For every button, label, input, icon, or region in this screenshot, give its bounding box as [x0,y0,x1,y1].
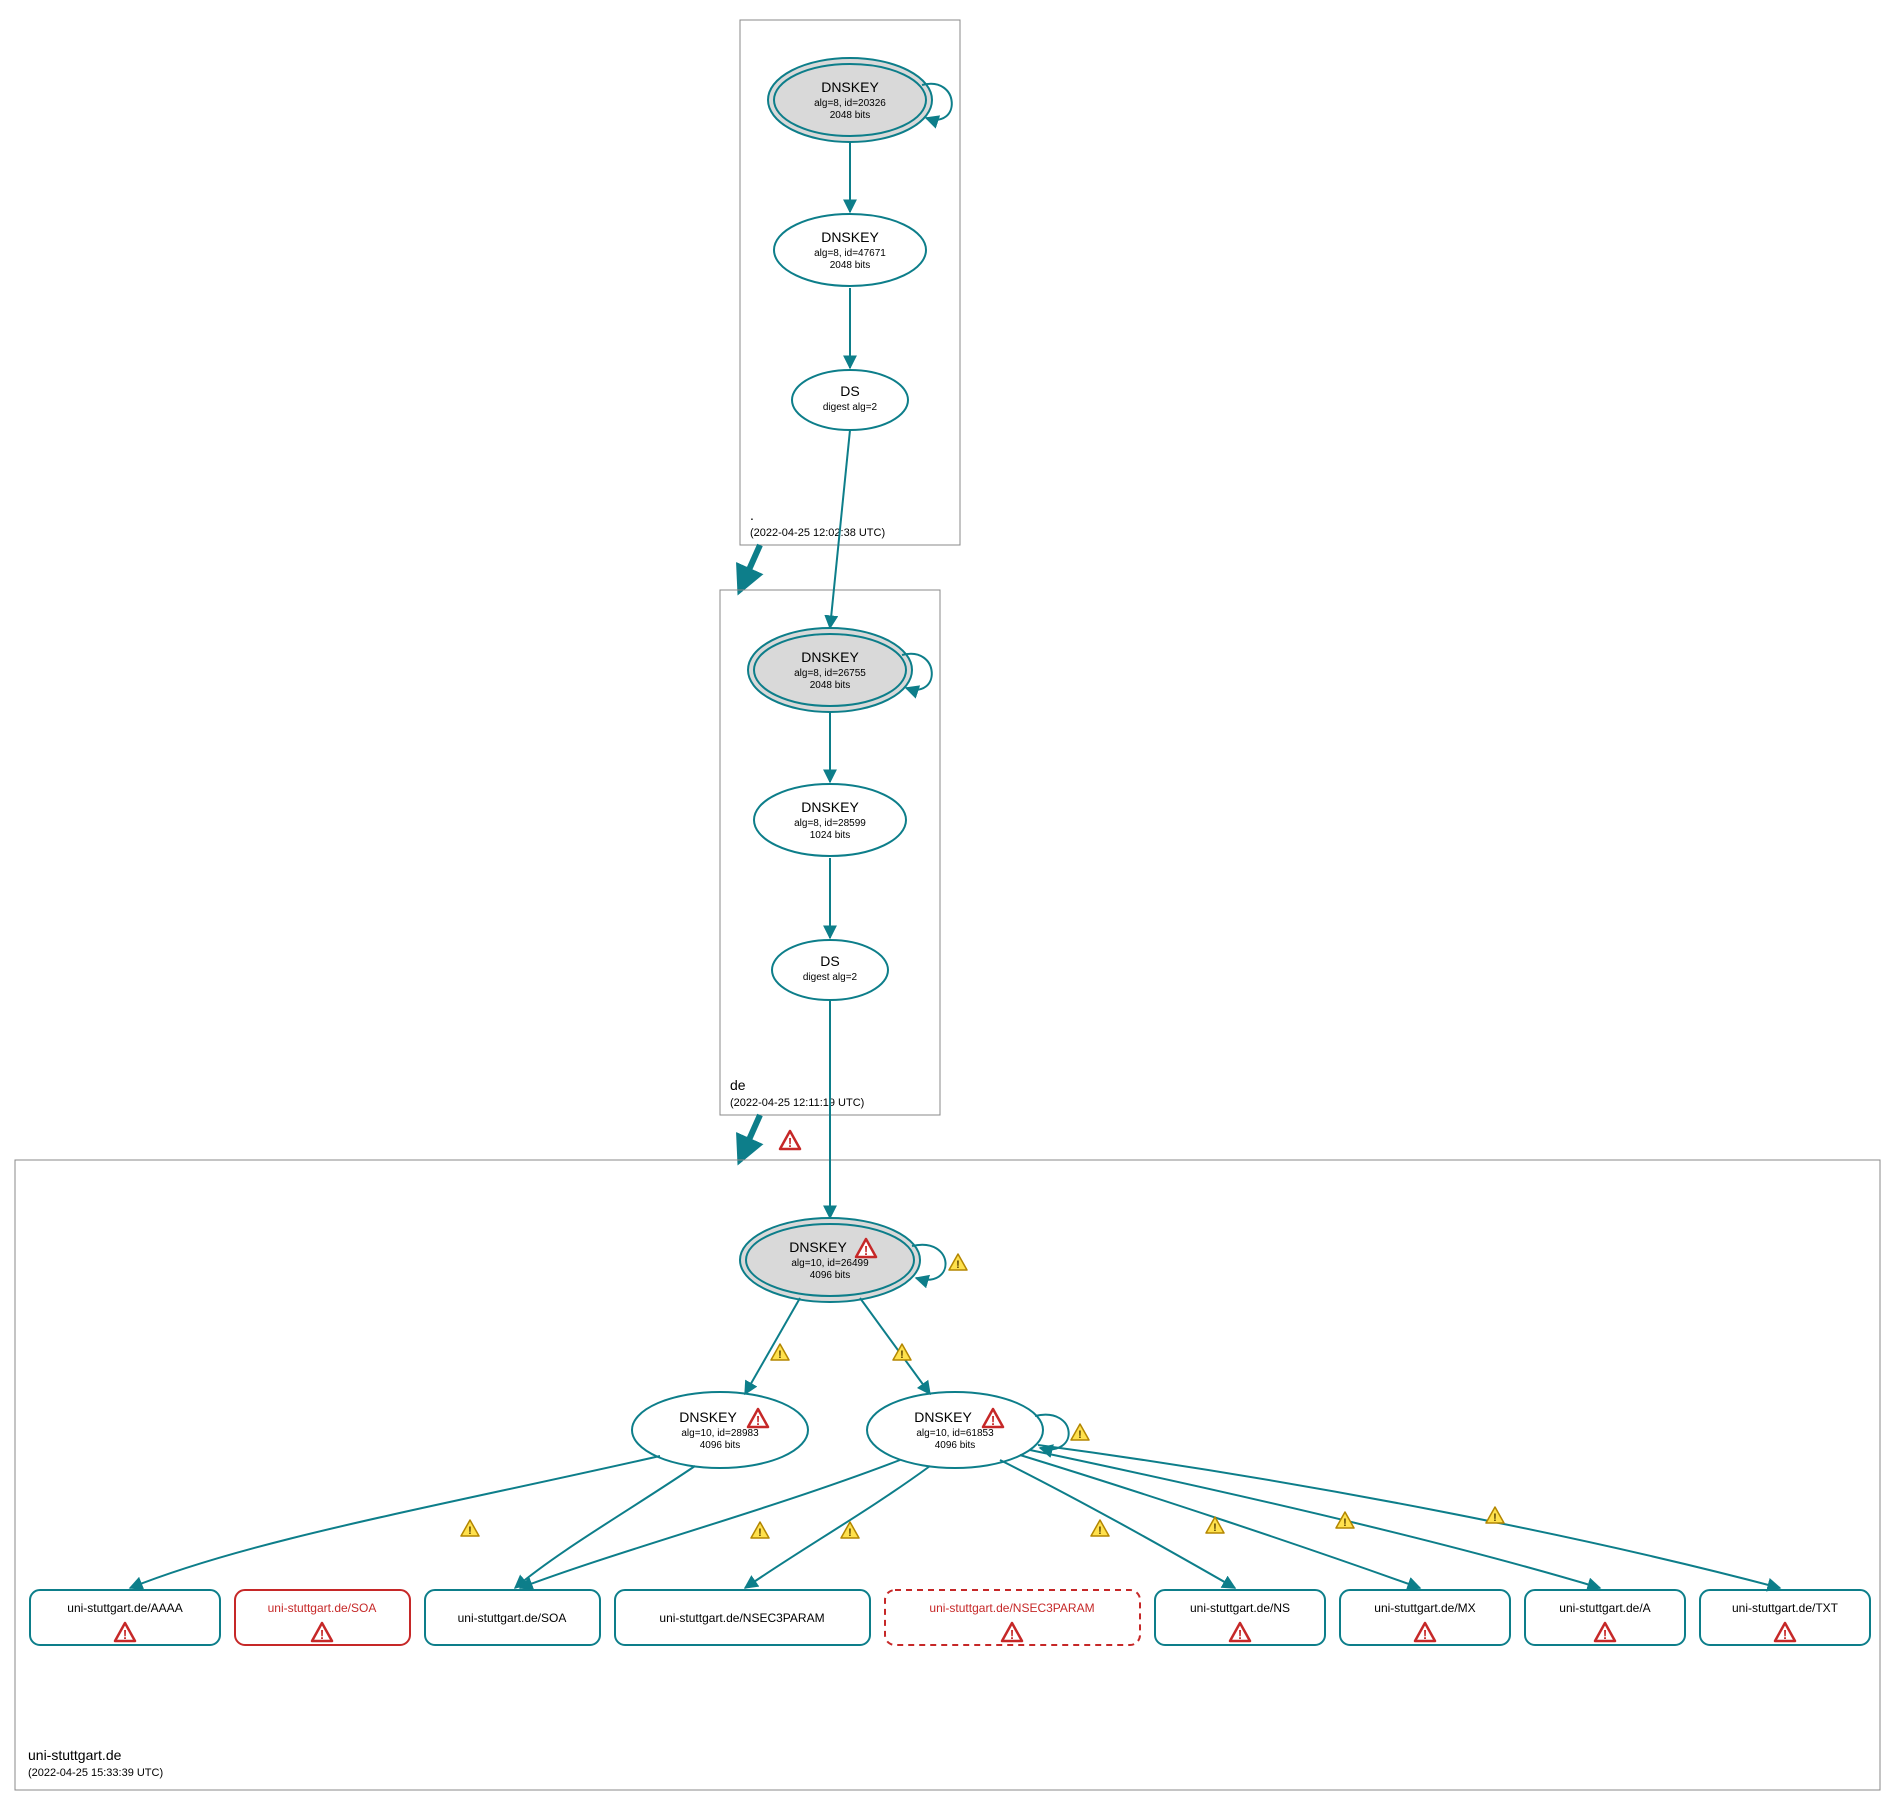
svg-text:alg=8, id=28599: alg=8, id=28599 [794,818,866,829]
rrset-nsec3param-dashed: uni-stuttgart.de/NSEC3PARAM [885,1590,1140,1645]
node-de-zsk: DNSKEY alg=8, id=28599 1024 bits [754,784,906,856]
error-icon [780,1131,800,1150]
rrset-a: uni-stuttgart.de/A [1525,1590,1685,1645]
node-de-ksk: DNSKEY alg=8, id=26755 2048 bits [748,628,912,712]
svg-text:DNSKEY: DNSKEY [789,1239,847,1255]
edge-zsk2-a [1030,1450,1600,1588]
svg-text:DNSKEY: DNSKEY [914,1409,972,1425]
edge-zsk2-txt [1038,1445,1780,1588]
edge-leaf-ksk-zsk1 [745,1298,800,1394]
svg-text:DNSKEY: DNSKEY [679,1409,737,1425]
zone-de-ts: (2022-04-25 12:11:19 UTC) [730,1097,864,1109]
warning-icon [1486,1507,1504,1524]
warning-icon [751,1522,769,1539]
zone-leaf-ts: (2022-04-25 15:33:39 UTC) [28,1767,163,1779]
node-root-ds: DS digest alg=2 [792,370,908,430]
node-root-ksk: DNSKEY alg=8, id=20326 2048 bits [768,58,932,142]
edge-zsk2-ns [1000,1460,1235,1588]
zone-leaf-box [15,1160,1880,1790]
svg-text:uni-stuttgart.de/NS: uni-stuttgart.de/NS [1190,1601,1290,1615]
warning-icon [1071,1424,1089,1441]
edge-zsk1-soa [515,1466,695,1588]
edge-zsk1-aaaa [130,1456,660,1588]
rrset-mx: uni-stuttgart.de/MX [1340,1590,1510,1645]
svg-text:1024 bits: 1024 bits [810,830,851,841]
svg-text:alg=8, id=47671: alg=8, id=47671 [814,248,886,259]
svg-text:alg=8, id=20326: alg=8, id=20326 [814,98,886,109]
zone-de-name: de [730,1077,746,1093]
svg-text:2048 bits: 2048 bits [830,260,871,271]
svg-text:DNSKEY: DNSKEY [821,229,879,245]
svg-text:alg=10, id=26499: alg=10, id=26499 [791,1258,869,1269]
svg-text:alg=10, id=28983: alg=10, id=28983 [681,1428,759,1439]
svg-text:DNSKEY: DNSKEY [801,799,859,815]
rrset-soa-teal: uni-stuttgart.de/SOA [425,1590,600,1645]
rrset-soa-red: uni-stuttgart.de/SOA [235,1590,410,1645]
edge-leaf-ksk-zsk2 [860,1298,930,1394]
rrset-nsec3param-teal: uni-stuttgart.de/NSEC3PARAM [615,1590,870,1645]
edge-zsk2-n3p [745,1466,930,1588]
svg-text:2048 bits: 2048 bits [830,110,871,121]
warning-icon [1091,1520,1109,1537]
svg-text:DNSKEY: DNSKEY [821,79,879,95]
svg-text:DS: DS [820,953,839,969]
rrset-txt: uni-stuttgart.de/TXT [1700,1590,1870,1645]
zone-root-ts: (2022-04-25 12:02:38 UTC) [750,527,885,539]
svg-text:uni-stuttgart.de/NSEC3PARAM: uni-stuttgart.de/NSEC3PARAM [659,1611,824,1625]
delegation-de-leaf [740,1115,760,1160]
delegation-root-de [740,545,760,590]
warning-icon [771,1344,789,1361]
warning-icon [949,1254,967,1271]
svg-text:uni-stuttgart.de/SOA: uni-stuttgart.de/SOA [268,1601,377,1615]
svg-text:uni-stuttgart.de/NSEC3PARAM: uni-stuttgart.de/NSEC3PARAM [929,1601,1094,1615]
svg-text:uni-stuttgart.de/AAAA: uni-stuttgart.de/AAAA [67,1601,182,1615]
node-root-zsk: DNSKEY alg=8, id=47671 2048 bits [774,214,926,286]
edge-zsk2-mx [1020,1455,1420,1588]
node-leaf-ksk: DNSKEY alg=10, id=26499 4096 bits [740,1218,920,1302]
svg-text:2048 bits: 2048 bits [810,680,851,691]
zone-leaf-name: uni-stuttgart.de [28,1747,122,1763]
warning-icon [461,1520,479,1537]
svg-text:alg=8, id=26755: alg=8, id=26755 [794,668,866,679]
svg-text:alg=10, id=61853: alg=10, id=61853 [916,1428,994,1439]
svg-text:4096 bits: 4096 bits [700,1440,741,1451]
node-leaf-zsk2: DNSKEY alg=10, id=61853 4096 bits [867,1392,1043,1468]
svg-text:DNSKEY: DNSKEY [801,649,859,665]
svg-text:uni-stuttgart.de/SOA: uni-stuttgart.de/SOA [458,1611,567,1625]
dnssec-auth-graph: ! ! . (2022-04-25 12:02:38 UTC) DNSKEY a… [0,0,1893,1806]
svg-text:uni-stuttgart.de/TXT: uni-stuttgart.de/TXT [1732,1601,1839,1615]
svg-text:4096 bits: 4096 bits [935,1440,976,1451]
zone-root-name: . [750,507,754,523]
node-de-ds: DS digest alg=2 [772,940,888,1000]
warning-icon [1336,1512,1354,1529]
rrset-aaaa: uni-stuttgart.de/AAAA [30,1590,220,1645]
svg-text:DS: DS [840,383,859,399]
svg-text:uni-stuttgart.de/MX: uni-stuttgart.de/MX [1374,1601,1475,1615]
svg-text:digest alg=2: digest alg=2 [803,972,858,983]
svg-text:digest alg=2: digest alg=2 [823,402,878,413]
rrset-ns: uni-stuttgart.de/NS [1155,1590,1325,1645]
svg-text:4096 bits: 4096 bits [810,1270,851,1281]
svg-text:uni-stuttgart.de/A: uni-stuttgart.de/A [1559,1601,1650,1615]
